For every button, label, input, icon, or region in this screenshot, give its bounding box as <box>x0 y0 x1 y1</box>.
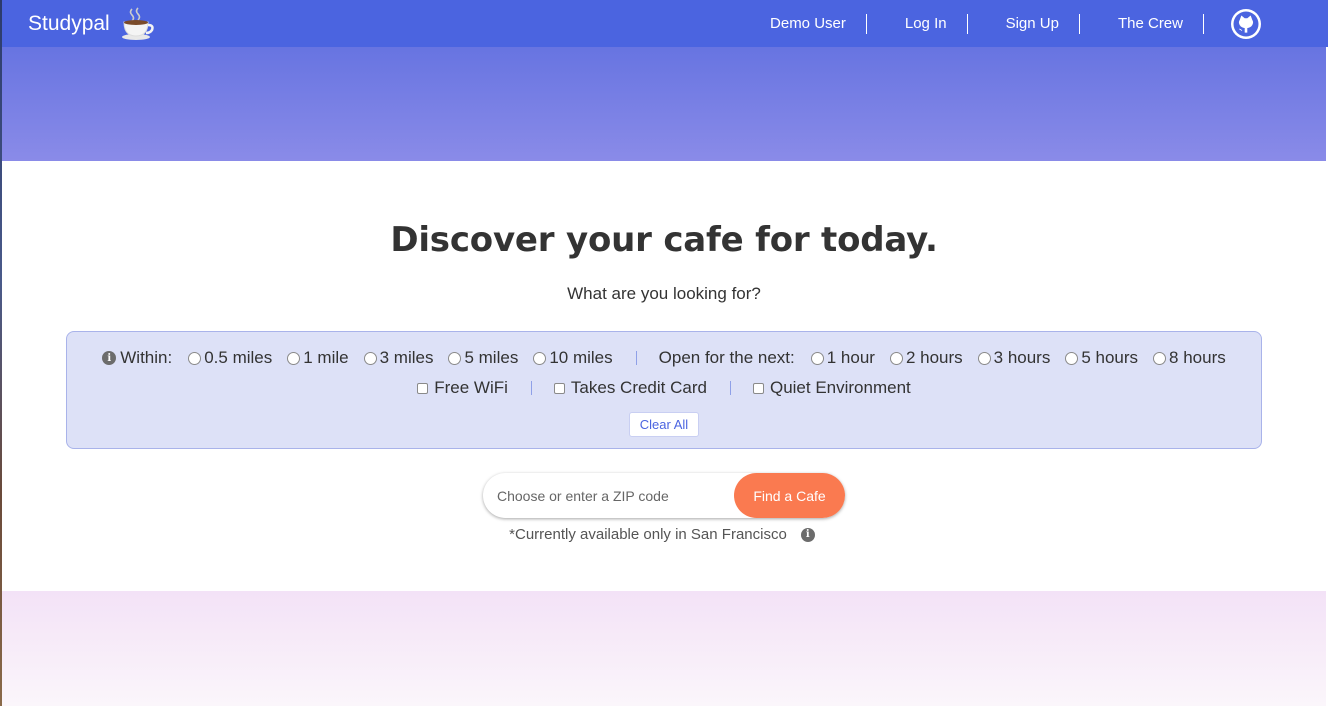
option-label: Quiet Environment <box>769 378 911 397</box>
zip-search-bar: Find a Cafe <box>483 473 845 518</box>
filter-panel: i Within: 0.5 miles 1 mile 3 miles 5 mil… <box>66 331 1262 449</box>
within-label: Within: <box>120 348 173 367</box>
checkbox[interactable] <box>417 382 429 394</box>
radio-open-8[interactable]: 8 hours <box>1153 348 1226 368</box>
nav-sign-up[interactable]: Sign Up <box>1006 15 1059 32</box>
option-label: 10 miles <box>549 348 613 367</box>
page-title: Discover your cafe for today. <box>390 220 938 260</box>
radio-open-1[interactable]: 1 hour <box>810 348 875 368</box>
radio-button[interactable] <box>810 351 824 365</box>
clear-all-button[interactable]: Clear All <box>628 412 700 437</box>
radio-within-3[interactable]: 3 miles <box>363 348 434 368</box>
filter-row-amenities: Free WiFi Takes Credit Card Quiet Enviro… <box>67 378 1261 398</box>
nav-divider <box>865 13 867 34</box>
radio-within-5[interactable]: 5 miles <box>448 348 518 368</box>
filter-divider <box>729 381 731 395</box>
radio-button[interactable] <box>363 351 377 365</box>
nav-links: Demo User Log In Sign Up The Crew <box>770 0 1328 47</box>
nav-divider <box>1078 13 1080 34</box>
radio-button[interactable] <box>287 351 301 365</box>
option-label: 0.5 miles <box>204 348 273 367</box>
find-cafe-button[interactable]: Find a Cafe <box>734 473 845 518</box>
coffee-cup-icon <box>120 6 156 41</box>
option-label: 3 hours <box>993 348 1051 367</box>
nav-log-in[interactable]: Log In <box>905 15 947 32</box>
nav-divider <box>1203 13 1204 34</box>
radio-open-5[interactable]: 5 hours <box>1065 348 1138 368</box>
info-icon[interactable]: i <box>102 351 117 365</box>
hero-band <box>2 47 1326 161</box>
checkbox-free-wifi[interactable]: Free WiFi <box>417 378 508 398</box>
filter-row-actions: Clear All <box>67 412 1261 437</box>
radio-button[interactable] <box>448 351 462 365</box>
option-label: Takes Credit Card <box>570 378 707 397</box>
info-icon[interactable]: i <box>800 527 815 542</box>
checkbox[interactable] <box>553 382 565 394</box>
radio-within-10[interactable]: 10 miles <box>533 348 613 368</box>
github-icon[interactable] <box>1230 8 1262 40</box>
radio-button[interactable] <box>889 351 903 365</box>
window-edge <box>0 0 2 706</box>
nav-demo-user[interactable]: Demo User <box>770 15 846 32</box>
footer-band <box>2 591 1326 706</box>
open-label: Open for the next: <box>658 348 795 367</box>
brand-name: Studypal <box>28 11 110 35</box>
radio-open-2[interactable]: 2 hours <box>889 348 963 368</box>
availability-note: *Currently available only in San Francis… <box>0 526 1328 543</box>
radio-button[interactable] <box>533 351 547 365</box>
option-label: Free WiFi <box>434 378 508 397</box>
radio-button[interactable] <box>1153 351 1167 365</box>
nav-divider <box>966 13 968 34</box>
option-label: 8 hours <box>1169 348 1226 367</box>
availability-text: *Currently available only in San Francis… <box>509 526 787 543</box>
brand-link[interactable]: Studypal <box>28 0 156 47</box>
nav-the-crew[interactable]: The Crew <box>1118 15 1183 32</box>
radio-open-3[interactable]: 3 hours <box>977 348 1051 368</box>
radio-button[interactable] <box>188 351 202 365</box>
zip-code-input[interactable] <box>483 473 743 518</box>
page-subtitle: What are you looking for? <box>567 284 761 303</box>
option-label: 1 mile <box>303 348 349 367</box>
checkbox[interactable] <box>752 382 764 394</box>
radio-button[interactable] <box>977 351 991 365</box>
option-label: 3 miles <box>379 348 434 367</box>
radio-within-0-5[interactable]: 0.5 miles <box>188 348 272 368</box>
option-label: 2 hours <box>905 348 963 367</box>
filter-divider <box>530 381 532 395</box>
filter-divider <box>635 351 637 365</box>
radio-button[interactable] <box>1065 351 1079 365</box>
checkbox-takes-credit-card[interactable]: Takes Credit Card <box>553 378 707 398</box>
navbar: Studypal Demo User Log In Sign Up The Cr… <box>0 0 1328 47</box>
radio-within-1[interactable]: 1 mile <box>287 348 349 368</box>
checkbox-quiet-environment[interactable]: Quiet Environment <box>752 378 911 398</box>
option-label: 5 hours <box>1081 348 1139 367</box>
filter-row-distance-hours: i Within: 0.5 miles 1 mile 3 miles 5 mil… <box>67 348 1261 368</box>
option-label: 1 hour <box>826 348 875 367</box>
option-label: 5 miles <box>464 348 519 367</box>
